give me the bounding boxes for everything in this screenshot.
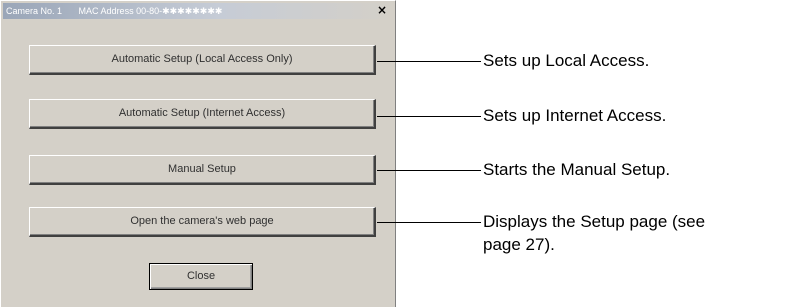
camera-number-label: Camera No. 1 <box>6 6 63 16</box>
setup-dialog: Camera No. 1 MAC Address 00-80-✱✱✱✱✱✱✱✱ … <box>0 0 396 307</box>
annotation-manual-setup: Starts the Manual Setup. <box>483 160 671 179</box>
automatic-setup-internet-button[interactable]: Automatic Setup (Internet Access) <box>29 99 376 129</box>
dialog-title: Camera No. 1 MAC Address 00-80-✱✱✱✱✱✱✱✱ <box>6 5 236 17</box>
automatic-setup-local-button[interactable]: Automatic Setup (Local Access Only) <box>29 45 376 75</box>
annotation-setup-page-line2: page 27). <box>483 235 555 254</box>
leader-line-manual <box>377 170 481 171</box>
open-web-page-button[interactable]: Open the camera's web page <box>29 207 376 237</box>
leader-line-local <box>377 61 481 62</box>
leader-line-internet <box>377 116 481 117</box>
annotation-internet-access: Sets up Internet Access. <box>483 106 667 125</box>
manual-setup-button[interactable]: Manual Setup <box>29 155 376 185</box>
close-icon[interactable]: × <box>375 4 389 17</box>
mac-address-label: MAC Address 00-80-✱✱✱✱✱✱✱✱ <box>78 6 223 16</box>
leader-line-webpage <box>377 222 481 223</box>
annotation-local-access: Sets up Local Access. <box>483 51 650 70</box>
annotation-setup-page-line1: Displays the Setup page (see <box>483 212 706 231</box>
close-button[interactable]: Close <box>149 263 253 290</box>
dialog-title-bar[interactable]: Camera No. 1 MAC Address 00-80-✱✱✱✱✱✱✱✱ … <box>3 3 395 19</box>
